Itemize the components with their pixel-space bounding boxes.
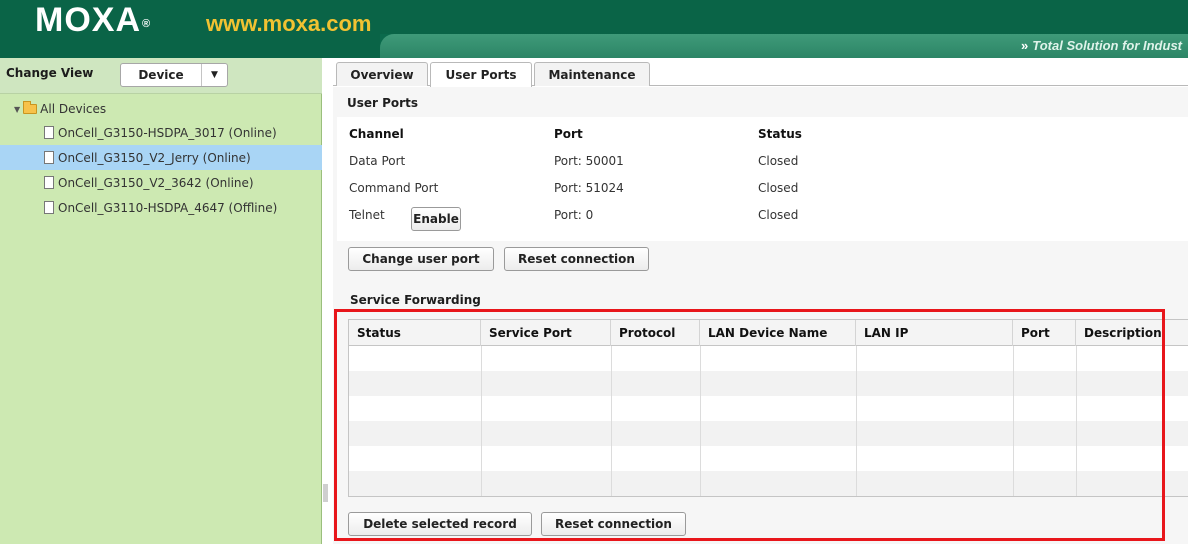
document-icon [44,126,54,139]
folder-icon [23,101,38,114]
tagline: » Total Solution for Indust [1021,38,1182,53]
port-cell: Port: 51024 [554,181,624,195]
tree-item-device[interactable]: OnCell_G3110-HSDPA_4647 (Offline) [0,195,322,220]
channel-cell: Data Port [349,154,406,168]
header-banner: MOXA® www.moxa.com » Total Solution for I… [0,0,1188,58]
logo-url: www.moxa.com [206,11,372,36]
tree-root-label: All Devices [40,102,107,116]
port-cell: Port: 50001 [554,154,624,168]
channel-cell: Telnet [349,208,385,222]
logo-text: MOXA [35,1,141,39]
document-icon [44,176,54,189]
change-view-toolbar: Change View Device ▼ [0,58,322,94]
port-header: Port [554,127,583,141]
status-cell: Closed [758,154,799,168]
tab-bar: Overview User Ports Maintenance [333,58,1188,87]
banner-top [0,0,1188,34]
document-icon [44,151,54,164]
channel-header: Channel [349,127,404,141]
tree-item-device-selected[interactable]: OnCell_G3150_V2_Jerry (Online) [0,145,322,170]
tagline-text: Total Solution for Indust [1032,38,1182,53]
tree-item-label: OnCell_G3150_V2_3642 (Online) [58,175,254,190]
tree-item-device[interactable]: OnCell_G3150-HSDPA_3017 (Online) [0,120,322,145]
service-forwarding-title: Service Forwarding [350,293,481,307]
view-select-dropdown[interactable]: Device ▼ [120,63,228,87]
expand-triangle-icon[interactable]: ▼ [14,105,20,114]
status-cell: Closed [758,181,799,195]
view-select-value: Device [138,68,184,82]
moxa-logo: MOXA® [35,2,151,38]
device-tree: ▼ All Devices OnCell_G3150-HSDPA_3017 (O… [0,98,322,220]
tree-item-label: OnCell_G3150_V2_Jerry (Online) [58,150,251,165]
reset-connection-button[interactable]: Reset connection [504,247,649,271]
dropdown-arrow-icon[interactable]: ▼ [201,64,227,86]
logo-registered-mark: ® [142,18,152,30]
change-user-port-button[interactable]: Change user port [348,247,494,271]
telnet-enable-button[interactable]: Enable [411,207,461,231]
tab-overview[interactable]: Overview [336,62,428,86]
port-cell: Port: 0 [554,208,594,222]
tab-user-ports[interactable]: User Ports [430,62,532,87]
tree-item-label: OnCell_G3110-HSDPA_4647 (Offline) [58,200,278,215]
highlight-box [334,309,1165,541]
channel-cell: Command Port [349,181,439,195]
tab-maintenance[interactable]: Maintenance [534,62,650,86]
panel-splitter-handle[interactable] [323,484,328,502]
tree-item-device[interactable]: OnCell_G3150_V2_3642 (Online) [0,170,322,195]
user-ports-title: User Ports [347,96,418,110]
status-header: Status [758,127,802,141]
tree-root-all-devices[interactable]: ▼ All Devices [0,98,322,120]
document-icon [44,201,54,214]
change-view-label: Change View [6,66,94,80]
tagline-chevron-icon: » [1021,38,1029,53]
tree-item-label: OnCell_G3150-HSDPA_3017 (Online) [58,125,277,140]
status-cell: Closed [758,208,799,222]
